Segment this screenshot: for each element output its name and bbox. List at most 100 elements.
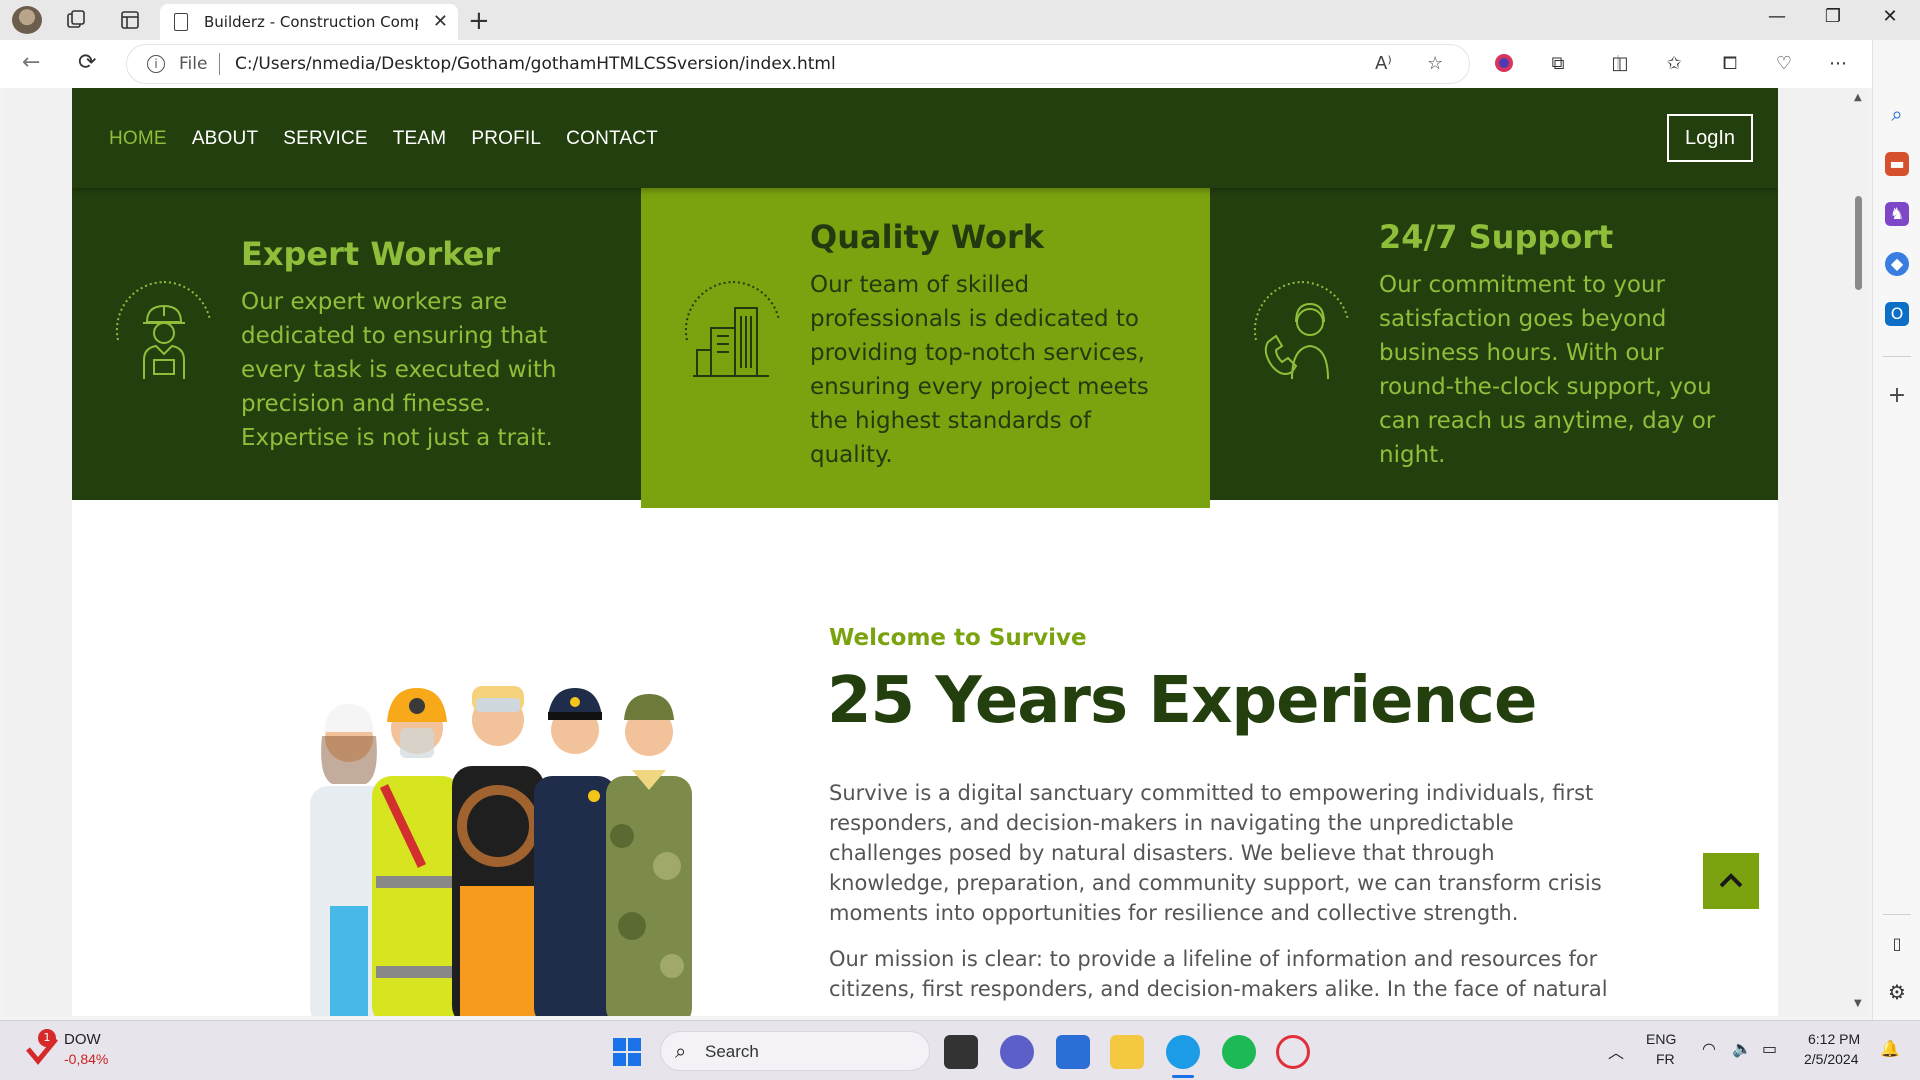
close-window-icon[interactable]: ✕ <box>1870 6 1910 27</box>
new-tab-icon[interactable]: + <box>468 6 490 36</box>
sidebar-separator <box>1883 914 1911 915</box>
search-icon: ⌕ <box>675 1039 687 1063</box>
support-agent-icon <box>1252 280 1352 380</box>
more-menu-icon[interactable]: ⋯ <box>1826 52 1850 76</box>
language-top[interactable]: ENG <box>1646 1031 1676 1047</box>
feature-card-expert-worker: Expert Worker Our expert workers are ded… <box>72 188 641 500</box>
stock-change: -0,84% <box>64 1051 109 1067</box>
page-viewport: HOME ABOUT SERVICE TEAM PROFIL CONTACT L… <box>4 88 1850 1016</box>
features-section: Expert Worker Our expert workers are ded… <box>72 188 1778 508</box>
feature-title: Quality Work <box>810 218 1045 256</box>
address-bar[interactable]: i File C:/Users/nmedia/Desktop/Gotham/go… <box>126 44 1470 84</box>
split-screen-icon[interactable]: ◫ <box>1608 52 1632 76</box>
teams-chat-icon[interactable] <box>1000 1035 1034 1069</box>
firefighter-figure <box>372 688 462 1016</box>
url-text[interactable]: C:/Users/nmedia/Desktop/Gotham/gothamHTM… <box>235 54 836 74</box>
website: HOME ABOUT SERVICE TEAM PROFIL CONTACT L… <box>72 88 1778 1016</box>
close-tab-icon[interactable]: ✕ <box>433 11 448 32</box>
back-to-top-button[interactable] <box>1703 853 1759 909</box>
read-aloud-icon[interactable]: A⁾ <box>1375 53 1392 74</box>
favorite-star-icon[interactable]: ☆ <box>1427 53 1443 74</box>
language-bottom[interactable]: FR <box>1656 1051 1675 1067</box>
soldier-figure <box>606 694 692 1016</box>
spotify-icon[interactable] <box>1222 1035 1256 1069</box>
nav-about[interactable]: ABOUT <box>192 128 258 150</box>
extension-colorful-icon[interactable] <box>1492 52 1516 76</box>
feature-card-quality-work: Quality Work Our team of skilled profess… <box>641 188 1210 508</box>
show-hidden-icons-chevron-icon[interactable]: ︿ <box>1608 1039 1624 1063</box>
browser-toolbar: ← ⟳ i File C:/Users/nmedia/Desktop/Gotha… <box>0 40 1920 88</box>
clock-time[interactable]: 6:12 PM <box>1808 1031 1860 1047</box>
opera-icon[interactable] <box>1276 1035 1310 1069</box>
task-view-icon[interactable] <box>944 1035 978 1069</box>
about-paragraph: Survive is a digital sanctuary committed… <box>829 781 1602 925</box>
sidebar-separator <box>1883 356 1911 357</box>
outlook-icon[interactable]: O <box>1885 302 1909 326</box>
feature-text: Our team of skilled professionals is ded… <box>810 272 1149 468</box>
feature-text: Our expert workers are dedicated to ensu… <box>241 289 557 451</box>
microsoft-store-icon[interactable] <box>1056 1035 1090 1069</box>
about-paragraph: Our mission is clear: to provide a lifel… <box>829 947 1608 1001</box>
windows-taskbar: 1 DOW -0,84% ⌕ Search ︿ ENG FR ◠ 🔈 ▭ 6:1… <box>0 1020 1920 1080</box>
windows-start-icon[interactable] <box>610 1035 644 1069</box>
scroll-thumb[interactable] <box>1855 196 1862 290</box>
page-scrollbar[interactable]: ▲ ▼ <box>1850 88 1868 1016</box>
feature-title: Expert Worker <box>241 235 501 273</box>
feature-title: 24/7 Support <box>1379 218 1614 256</box>
notification-badge: 1 <box>38 1029 56 1047</box>
add-icon[interactable]: + <box>1885 384 1909 408</box>
browser-essentials-icon[interactable]: ♡ <box>1772 52 1796 76</box>
browser-title-bar: Builderz - Construction Company ✕ + — ❐ … <box>0 0 1920 40</box>
extensions-puzzle-icon[interactable]: ⧉ <box>1546 52 1570 76</box>
wifi-icon[interactable]: ◠ <box>1702 1039 1716 1058</box>
feature-card-support: 24/7 Support Our commitment to your sati… <box>1210 188 1778 500</box>
police-officer-figure <box>534 688 616 1016</box>
site-header: HOME ABOUT SERVICE TEAM PROFIL CONTACT L… <box>72 88 1778 188</box>
tab-title: Builderz - Construction Company <box>204 13 418 31</box>
chevron-up-icon <box>1719 873 1743 888</box>
stock-name[interactable]: DOW <box>64 1031 101 1048</box>
nav-team[interactable]: TEAM <box>393 128 447 150</box>
refresh-icon[interactable]: ⟳ <box>78 50 96 75</box>
microsoft-365-icon[interactable]: ◆ <box>1885 252 1909 276</box>
rescue-worker-figure <box>452 686 544 1016</box>
file-explorer-icon[interactable] <box>1110 1035 1144 1069</box>
about-title: 25 Years Experience <box>827 664 1537 738</box>
collections-icon[interactable]: ⧠ <box>1718 52 1742 76</box>
info-icon[interactable]: i <box>147 55 165 73</box>
battery-icon[interactable]: ▭ <box>1762 1039 1777 1058</box>
feature-text: Our commitment to your satisfaction goes… <box>1379 272 1716 468</box>
notification-bell-icon[interactable]: 🔔 <box>1880 1039 1900 1058</box>
search-icon[interactable]: ⌕ <box>1885 102 1909 126</box>
edge-browser-icon[interactable] <box>1166 1035 1200 1069</box>
sidebar-panel-icon[interactable]: ▯ <box>1885 932 1909 956</box>
workspaces-icon[interactable] <box>64 9 88 31</box>
games-icon[interactable]: ♞ <box>1885 202 1909 226</box>
active-app-indicator <box>1172 1075 1194 1078</box>
scroll-down-arrow-icon[interactable]: ▼ <box>1854 998 1862 1009</box>
tools-briefcase-icon[interactable]: ▬ <box>1885 152 1909 176</box>
main-menu: HOME ABOUT SERVICE TEAM PROFIL CONTACT <box>109 128 658 150</box>
scroll-up-arrow-icon[interactable]: ▲ <box>1854 92 1862 103</box>
profile-avatar[interactable] <box>12 6 42 34</box>
favorites-icon[interactable]: ✩ <box>1662 52 1686 76</box>
taskbar-search[interactable]: ⌕ Search <box>660 1031 930 1071</box>
edge-sidebar: ⌕ ▬ ♞ ◆ O + ▯ ⚙ <box>1872 40 1920 1020</box>
login-button[interactable]: LogIn <box>1667 114 1753 162</box>
construction-worker-icon <box>114 280 214 380</box>
minimize-icon[interactable]: — <box>1757 6 1797 27</box>
nav-service[interactable]: SERVICE <box>283 128 367 150</box>
page-icon <box>174 13 188 31</box>
speaker-muted-icon[interactable]: 🔈 <box>1732 1039 1752 1058</box>
browser-tab-active[interactable]: Builderz - Construction Company ✕ <box>160 4 458 40</box>
clock-date[interactable]: 2/5/2024 <box>1804 1051 1859 1067</box>
settings-gear-icon[interactable]: ⚙ <box>1885 980 1909 1004</box>
restore-icon[interactable]: ❐ <box>1813 6 1853 27</box>
back-arrow-icon[interactable]: ← <box>22 50 40 75</box>
nav-contact[interactable]: CONTACT <box>566 128 658 150</box>
tab-actions-icon[interactable] <box>118 9 142 31</box>
first-responders-illustration <box>272 666 742 1016</box>
url-scheme-label: File <box>179 54 208 74</box>
nav-home[interactable]: HOME <box>109 128 167 150</box>
nav-profil[interactable]: PROFIL <box>471 128 541 150</box>
